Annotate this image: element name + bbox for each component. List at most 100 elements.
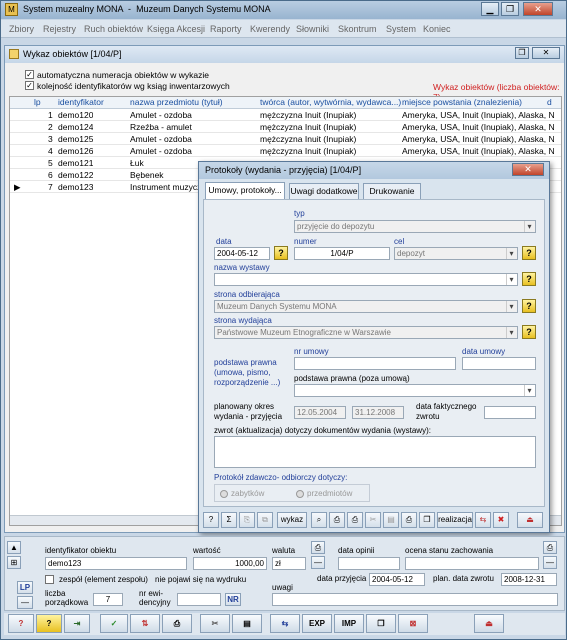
wartosc-field[interactable]: 1000,00 [193, 557, 267, 570]
tab-drukowanie[interactable]: Drukowanie [363, 183, 421, 199]
delete-window-icon[interactable]: ⊠ [398, 614, 428, 633]
okres-to-field[interactable]: 31.12.2008 [352, 406, 404, 419]
transfer-icon[interactable]: ⇆ [475, 512, 491, 528]
table-row[interactable]: 3 demo125 Amulet - ozdoba mężczyzna Inui… [10, 134, 561, 145]
plan-zwrotu-field[interactable]: 2008-12-31 [501, 573, 557, 586]
podstawa-poza-select[interactable] [294, 384, 536, 397]
document-icon[interactable]: ▤ [383, 512, 399, 528]
export-button[interactable]: EXP [302, 614, 332, 633]
menu-ruch-obiektow[interactable]: Ruch obiektów [84, 24, 143, 34]
minimize-button[interactable]: ▁ [481, 2, 499, 16]
document-copy-icon[interactable]: ▤ [232, 614, 262, 633]
child-close-button[interactable]: ✕ [532, 47, 560, 59]
data-faktycznego-field[interactable] [484, 406, 536, 419]
menu-ksiega-akcesji[interactable]: Księga Akcesji [147, 24, 205, 34]
nazwa-wystawy-select[interactable] [214, 273, 518, 286]
radio-zabytkow[interactable] [220, 490, 228, 498]
row-edit-button[interactable]: ⊞ [7, 556, 21, 569]
waluta-field[interactable]: zł [272, 557, 306, 570]
okres-from-field[interactable]: 12.05.2004 [294, 406, 346, 419]
uwagi-field[interactable] [272, 593, 558, 606]
zespol-checkbox[interactable] [45, 575, 54, 584]
currency-print-icon[interactable]: ⎙ [311, 541, 325, 554]
strona-wydajaca-select[interactable]: Państwowe Muzeum Etnograficzne w Warszaw… [214, 326, 518, 339]
cut-icon[interactable]: ✂ [200, 614, 230, 633]
menu-raporty[interactable]: Raporty [210, 24, 242, 34]
lp-minus-button[interactable]: — [17, 596, 33, 609]
exit-door-icon[interactable]: ⏏ [474, 614, 504, 633]
data-help-button[interactable]: ? [274, 246, 288, 260]
window-icon[interactable]: ❐ [366, 614, 396, 633]
menu-rejestry[interactable]: Rejestry [43, 24, 76, 34]
menu-system[interactable]: System [386, 24, 416, 34]
tab-umowy[interactable]: Umowy, protokoły... [205, 182, 285, 200]
table-row[interactable]: 1 demo120 Amulet - ozdoba mężczyzna Inui… [10, 110, 561, 121]
arrows-icon[interactable]: ⇆ [270, 614, 300, 633]
menu-slowniki[interactable]: Słowniki [296, 24, 329, 34]
cut-icon[interactable]: ✂ [365, 512, 381, 528]
id-order-checkbox[interactable]: ✓ [25, 81, 34, 90]
col-d[interactable]: d [547, 97, 552, 109]
walk-icon[interactable]: ? [8, 614, 34, 633]
currency-minus-icon[interactable]: — [311, 556, 325, 569]
help-button[interactable]: ? [36, 614, 62, 633]
print-icon[interactable]: ⎙ [401, 512, 417, 528]
child-restore-button[interactable]: ❐ [515, 47, 529, 59]
dialog-close-button[interactable]: ✕ [512, 163, 544, 176]
expand-up-button[interactable]: ▲ [7, 541, 21, 554]
print-preview-icon[interactable]: ⎙ [347, 512, 363, 528]
pages-icon[interactable]: ❐ [419, 512, 435, 528]
zoom-icon[interactable]: ⌕ [311, 512, 327, 528]
typ-select[interactable]: przyjęcie do depozytu [294, 220, 536, 233]
cel-select[interactable]: depozyt [394, 247, 518, 260]
sort-icon[interactable]: ⇅ [130, 614, 160, 633]
liczba-porzadkowa-field[interactable]: 7 [93, 593, 123, 606]
numer-field[interactable]: 1/04/P [294, 247, 390, 260]
import-button[interactable]: IMP [334, 614, 364, 633]
ocena-field[interactable] [405, 557, 539, 570]
confirm-icon[interactable]: ✓ [100, 614, 128, 633]
menu-koniec[interactable]: Koniec [423, 24, 451, 34]
radio-przedmiotow[interactable] [296, 490, 304, 498]
zwrot-textarea[interactable] [214, 436, 536, 468]
wystawa-help-button[interactable]: ? [522, 272, 536, 286]
print-icon[interactable]: ⎙ [162, 614, 192, 633]
col-lp[interactable]: lp [34, 97, 41, 109]
data-umowy-field[interactable] [462, 357, 536, 370]
menu-kwerendy[interactable]: Kwerendy [250, 24, 290, 34]
paste-icon[interactable]: ⧉ [257, 512, 273, 528]
printer-icon[interactable]: ⎙ [329, 512, 345, 528]
menu-zbiory[interactable]: Zbiory [9, 24, 34, 34]
sigma-icon[interactable]: Σ [221, 512, 237, 528]
data-przyjecia-field[interactable]: 2004-05-12 [369, 573, 425, 586]
ocena-print-icon[interactable]: ⎙ [543, 541, 557, 554]
table-row[interactable]: 4 demo126 Amulet - ozdoba mężczyzna Inui… [10, 146, 561, 157]
col-nazwa[interactable]: nazwa przedmiotu (tytuł) [130, 97, 223, 109]
enter-icon[interactable]: ⇥ [64, 614, 90, 633]
restore-button[interactable]: ❐ [501, 2, 519, 16]
data-field[interactable]: 2004-05-12 [214, 247, 270, 260]
col-identyfikator[interactable]: identyfikator [58, 97, 104, 109]
exit-door-icon[interactable]: ⏏ [517, 512, 543, 528]
nr-ewidencyjny-field[interactable] [177, 593, 221, 606]
odbierajaca-help-button[interactable]: ? [522, 299, 536, 313]
data-opinii-field[interactable] [338, 557, 400, 570]
auto-numbering-checkbox[interactable]: ✓ [25, 70, 34, 79]
nr-umowy-field[interactable] [294, 357, 456, 370]
lp-button[interactable]: LP [17, 581, 33, 594]
copy-icon[interactable]: ⎘ [239, 512, 255, 528]
strona-odbierajaca-select[interactable]: Muzeum Danych Systemu MONA [214, 300, 518, 313]
close-button[interactable]: ✕ [523, 2, 553, 16]
cel-help-button[interactable]: ? [522, 246, 536, 260]
realizacja-button[interactable]: realizacja [437, 512, 473, 528]
identyfikator-field[interactable]: demo123 [45, 557, 187, 570]
wykaz-button[interactable]: wykaz [277, 512, 307, 528]
walk-icon[interactable]: ? [203, 512, 219, 528]
col-tworca[interactable]: twórca (autor, wytwórnia, wydawca...) [260, 97, 401, 109]
delete-icon[interactable]: ✖ [493, 512, 509, 528]
tab-uwagi[interactable]: Uwagi dodatkowe [289, 183, 359, 199]
col-miejsce[interactable]: miejsce powstania (znalezienia) [402, 97, 522, 109]
menu-skontrum[interactable]: Skontrum [338, 24, 377, 34]
table-row[interactable]: 2 demo124 Rzeźba - amulet mężczyzna Inui… [10, 122, 561, 133]
nr-button[interactable]: NR [225, 593, 241, 606]
